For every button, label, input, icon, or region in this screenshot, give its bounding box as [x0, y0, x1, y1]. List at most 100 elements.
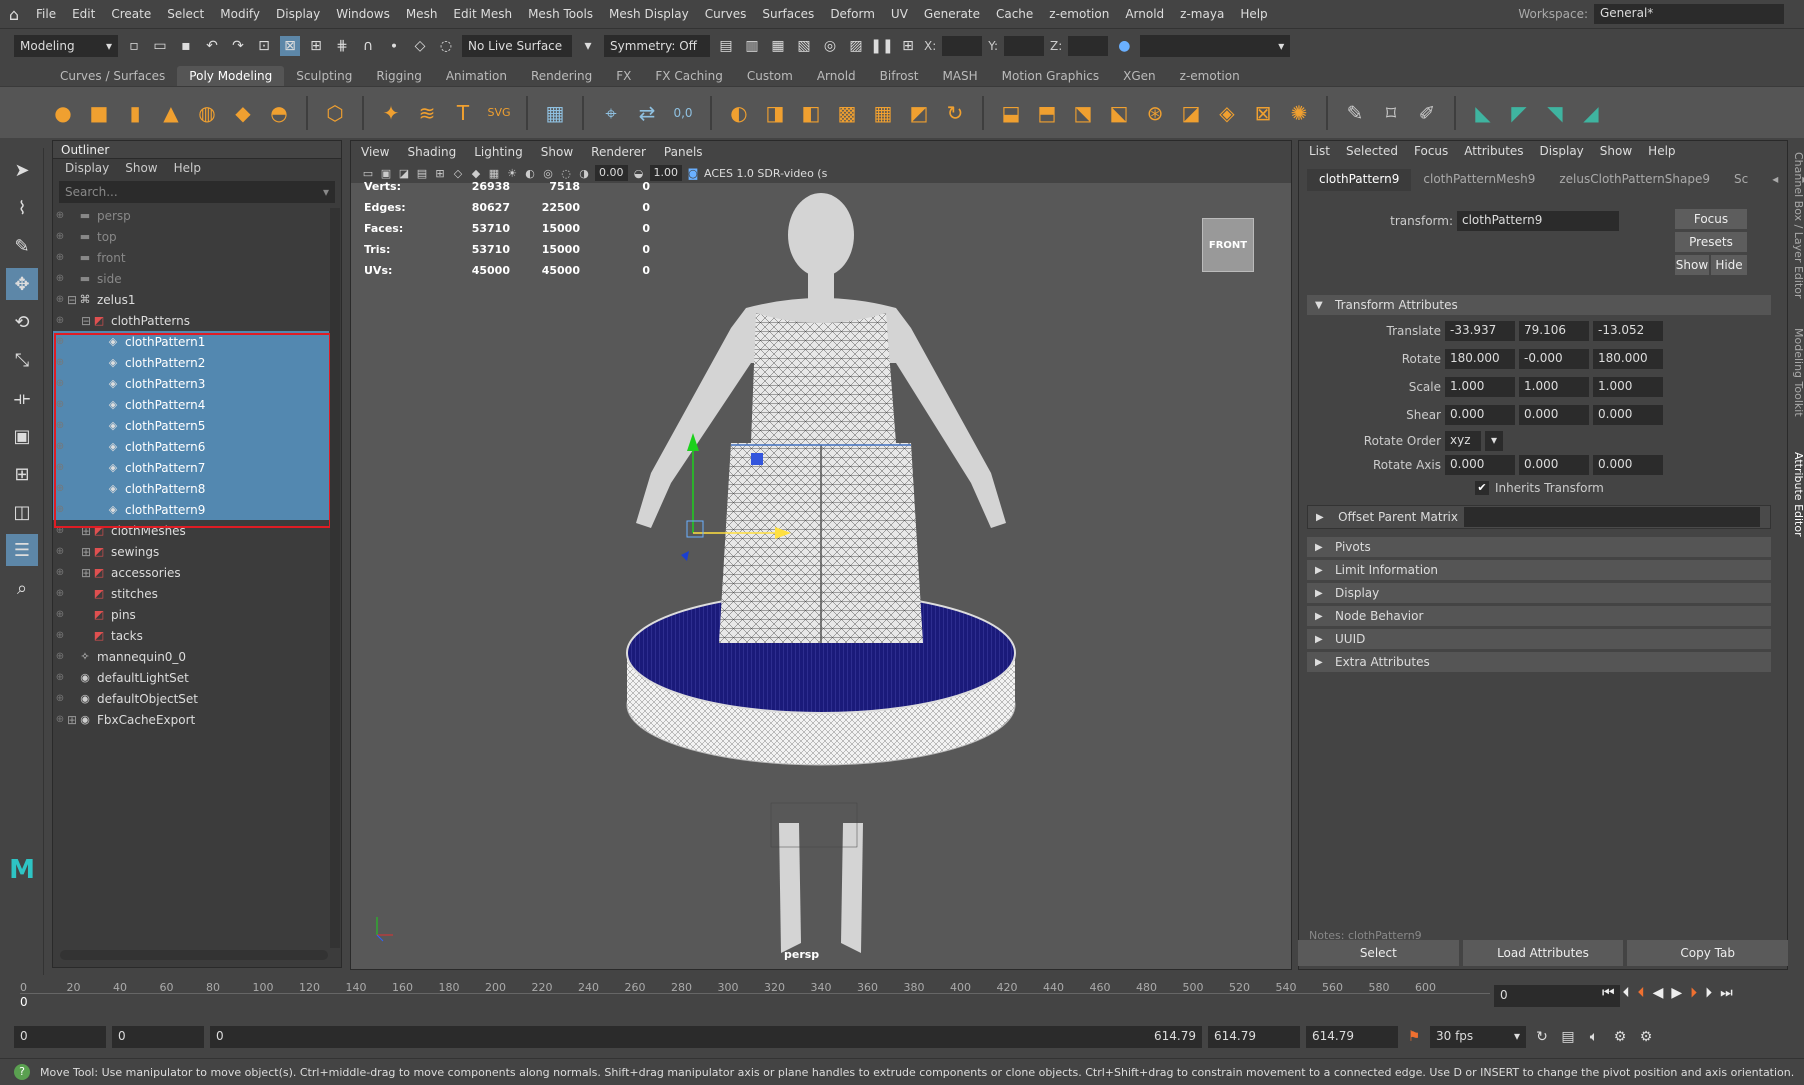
- uv-editor-icon[interactable]: ◣: [1468, 98, 1498, 128]
- cylindrical-map-icon[interactable]: ◥: [1540, 98, 1570, 128]
- anim-prefs-icon[interactable]: ▤: [1558, 1027, 1578, 1047]
- menu-mesh-display[interactable]: Mesh Display: [601, 7, 697, 21]
- viewport-menu-renderer[interactable]: Renderer: [591, 145, 646, 159]
- y-field[interactable]: [1004, 35, 1045, 56]
- translate-z[interactable]: -13.052: [1593, 321, 1663, 341]
- outliner-item[interactable]: ⊕ ◈ clothPattern1: [53, 331, 329, 352]
- tree-indent[interactable]: ⊞: [67, 566, 91, 580]
- single-perspective-icon[interactable]: ▣: [6, 420, 38, 452]
- chevron-left-icon[interactable]: ◂: [1760, 169, 1790, 191]
- outliner-item[interactable]: ⊕ ⊞ ◩ sewings: [53, 541, 329, 562]
- rotate-x[interactable]: 180.000: [1445, 349, 1515, 369]
- menu-create[interactable]: Create: [103, 7, 159, 21]
- expand-toggle-icon[interactable]: ⊕: [53, 504, 67, 515]
- insert-loop-icon[interactable]: ◪: [1176, 98, 1206, 128]
- shelf-tab-sculpting[interactable]: Sculpting: [284, 66, 364, 86]
- boolean-icon[interactable]: ▦: [868, 98, 898, 128]
- offset-parent-matrix-field[interactable]: [1464, 507, 1760, 527]
- expand-toggle-icon[interactable]: ⊕: [53, 672, 67, 683]
- outliner-item[interactable]: ⊕ ◈ clothPattern8: [53, 478, 329, 499]
- ae-menu-selected[interactable]: Selected: [1346, 144, 1398, 160]
- rotate-axis-x[interactable]: 0.000: [1445, 455, 1515, 475]
- remesh-icon[interactable]: ↻: [940, 98, 970, 128]
- modeling-toolkit-tab[interactable]: Modeling Toolkit: [1792, 328, 1804, 417]
- menu-mesh-tools[interactable]: Mesh Tools: [520, 7, 601, 21]
- expand-toggle-icon[interactable]: ⊕: [53, 525, 67, 536]
- render-settings-icon[interactable]: ▧: [794, 36, 814, 56]
- bridge-icon[interactable]: ⬒: [1032, 98, 1062, 128]
- menu-generate[interactable]: Generate: [916, 7, 988, 21]
- move-tool-icon[interactable]: ✥: [6, 268, 38, 300]
- outliner-item[interactable]: ⊕ ▬ side: [53, 268, 329, 289]
- menu-deform[interactable]: Deform: [822, 7, 883, 21]
- timeline-track[interactable]: [20, 993, 1490, 1009]
- ae-section-uuid[interactable]: ▶ UUID: [1307, 629, 1771, 649]
- shelf-tab-mash[interactable]: MASH: [930, 66, 989, 86]
- target-weld-icon[interactable]: ⊠: [1248, 98, 1278, 128]
- render-sequence-icon[interactable]: ▥: [742, 36, 762, 56]
- outliner-item[interactable]: ⊕ ◈ clothPattern5: [53, 415, 329, 436]
- poly-cube-icon[interactable]: ■: [84, 98, 114, 128]
- ae-tab[interactable]: clothPattern9: [1307, 169, 1412, 191]
- menu-curves[interactable]: Curves: [697, 7, 755, 21]
- chevron-down-icon[interactable]: ▾: [323, 185, 329, 199]
- hide-button[interactable]: Hide: [1711, 255, 1747, 275]
- translate-x[interactable]: -33.937: [1445, 321, 1515, 341]
- outliner-item[interactable]: ⊕ ⊞ ◩ accessories: [53, 562, 329, 583]
- tree-indent[interactable]: ⊟: [67, 293, 77, 307]
- tree-indent[interactable]: ⊟: [67, 314, 91, 328]
- expand-toggle-icon[interactable]: ⊕: [53, 399, 67, 410]
- outliner-layout-icon[interactable]: ☰: [6, 534, 38, 566]
- shelf-tab-fx[interactable]: FX: [604, 66, 643, 86]
- shear-y[interactable]: 0.000: [1519, 405, 1589, 425]
- ae-menu-list[interactable]: List: [1309, 144, 1330, 160]
- rotate-y[interactable]: -0.000: [1519, 349, 1589, 369]
- outliner-item[interactable]: ⊕ ▬ front: [53, 247, 329, 268]
- presets-button[interactable]: Presets: [1675, 232, 1747, 252]
- expand-toggle-icon[interactable]: ⊕: [53, 483, 67, 494]
- shelf-tab-z-emotion[interactable]: z-emotion: [1168, 66, 1252, 86]
- menu-edit[interactable]: Edit: [64, 7, 103, 21]
- search-input[interactable]: Search...: [65, 185, 118, 199]
- scale-y[interactable]: 1.000: [1519, 377, 1589, 397]
- ae-section-pivots[interactable]: ▶ Pivots: [1307, 537, 1771, 557]
- outliner-item[interactable]: ⊕ ◩ tacks: [53, 625, 329, 646]
- viewport-menu-shading[interactable]: Shading: [407, 145, 456, 159]
- rotate-axis-z[interactable]: 0.000: [1593, 455, 1663, 475]
- smooth-shade-icon[interactable]: ◆: [469, 166, 483, 180]
- select-object-icon[interactable]: ⊠: [280, 35, 300, 56]
- load-attributes-button[interactable]: Load Attributes: [1462, 940, 1624, 966]
- ae-menu-help[interactable]: Help: [1648, 144, 1675, 160]
- select-tool-icon[interactable]: ➤: [6, 154, 38, 186]
- expand-toggle-icon[interactable]: ⊕: [53, 546, 67, 557]
- playback-start-field[interactable]: 0: [112, 1026, 204, 1048]
- texture-icon[interactable]: ▦: [487, 166, 501, 180]
- menu-edit-mesh[interactable]: Edit Mesh: [445, 7, 520, 21]
- workspace-dropdown[interactable]: General*: [1594, 4, 1784, 24]
- ae-menu-attributes[interactable]: Attributes: [1464, 144, 1523, 160]
- outliner-item[interactable]: ⊕ ▬ persp: [53, 205, 329, 226]
- rotate-z[interactable]: 180.000: [1593, 349, 1663, 369]
- help-icon[interactable]: ?: [14, 1064, 30, 1080]
- gamma-icon[interactable]: ◒: [632, 166, 646, 180]
- account-dropdown[interactable]: ▾: [1140, 34, 1291, 57]
- menu-uv[interactable]: UV: [883, 7, 916, 21]
- snap-point-icon[interactable]: ∙: [384, 36, 404, 56]
- ae-tab[interactable]: Sc: [1722, 169, 1760, 191]
- character-set-icon[interactable]: ⚙: [1610, 1027, 1630, 1047]
- offset-parent-matrix-header[interactable]: ▶ Offset Parent Matrix: [1307, 505, 1771, 529]
- go-to-start-icon[interactable]: ⏮: [1602, 985, 1615, 1001]
- side-by-side-icon[interactable]: ◫: [6, 496, 38, 528]
- pause-icon[interactable]: ❚❚: [870, 36, 893, 56]
- outliner-item[interactable]: ⊕ ◈ clothPattern9: [53, 499, 329, 520]
- auto-key-icon[interactable]: ⚑: [1404, 1027, 1424, 1047]
- rotate-order-dropdown[interactable]: xyz: [1445, 431, 1481, 451]
- poly-plane-icon[interactable]: ◆: [228, 98, 258, 128]
- step-back-key-icon[interactable]: ⏴: [1623, 985, 1630, 1001]
- shadows-icon[interactable]: ◐: [523, 166, 537, 180]
- range-slider[interactable]: 0 614.79: [210, 1026, 1202, 1048]
- undo-icon[interactable]: ↶: [202, 36, 222, 56]
- outliner-item[interactable]: ⊕ ◩ pins: [53, 604, 329, 625]
- sound-icon[interactable]: 🔈︎: [1584, 1027, 1604, 1047]
- transform-attributes-header[interactable]: ▼ Transform Attributes: [1307, 295, 1771, 315]
